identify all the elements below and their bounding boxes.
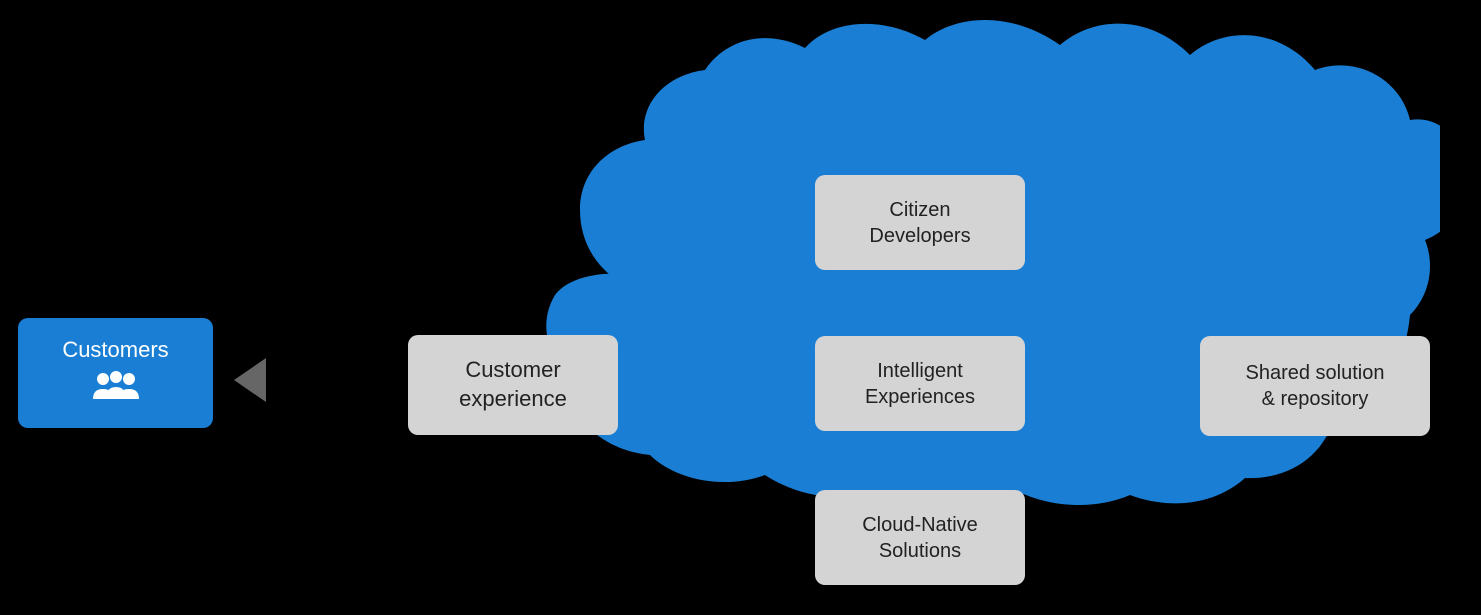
shared-solution-box: Shared solution & repository xyxy=(1200,336,1430,436)
customers-box: Customers xyxy=(18,318,213,428)
citizen-developers-box: Citizen Developers xyxy=(815,175,1025,270)
customers-icon xyxy=(91,371,141,409)
customers-label: Customers xyxy=(62,337,168,363)
intelligent-experiences-label: Intelligent Experiences xyxy=(865,358,975,410)
arrow-customers-cx xyxy=(234,358,266,402)
shared-solution-label: Shared solution & repository xyxy=(1246,360,1385,412)
diagram-container: Customers Customer experience xyxy=(0,0,1481,615)
intelligent-experiences-box: Intelligent Experiences xyxy=(815,336,1025,431)
citizen-developers-label: Citizen Developers xyxy=(869,197,970,249)
cloudnative-solutions-label: Cloud-Native Solutions xyxy=(862,512,978,564)
customer-experience-label: Customer experience xyxy=(459,356,567,413)
cloudnative-solutions-box: Cloud-Native Solutions xyxy=(815,490,1025,585)
customer-experience-box: Customer experience xyxy=(408,335,618,435)
